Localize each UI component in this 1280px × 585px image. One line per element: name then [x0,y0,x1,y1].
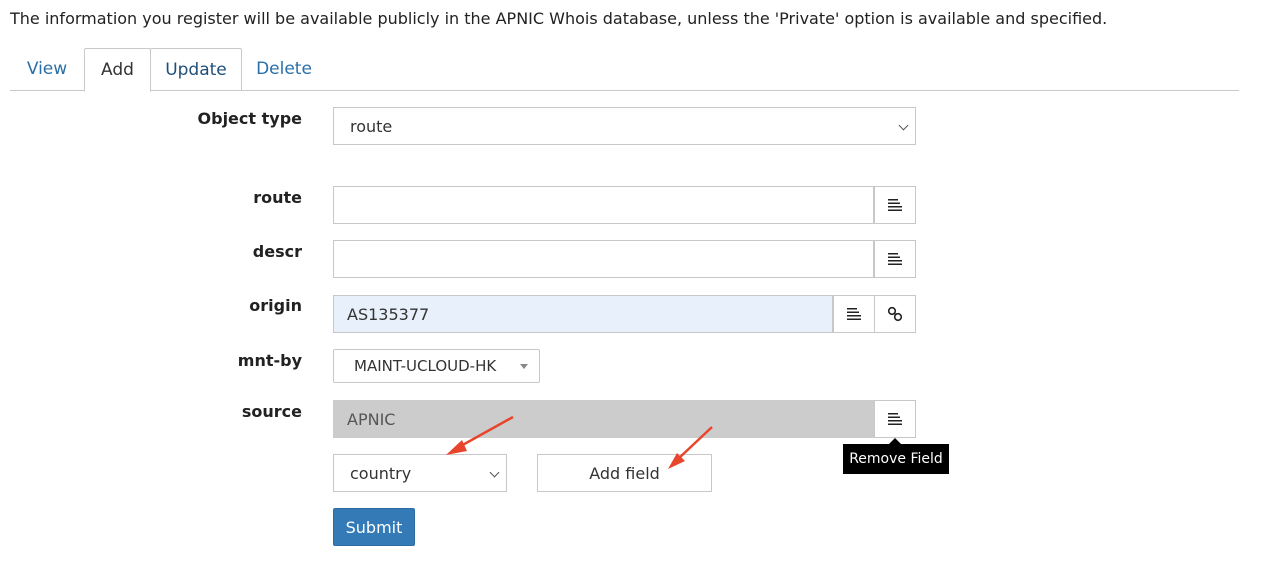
tab-delete[interactable]: Delete [242,48,326,91]
object-type-value: route [350,116,393,136]
public-notice: The information you register will be ava… [10,9,1108,28]
lines-icon [847,308,861,320]
source-value: APNIC [347,409,396,429]
tab-bar: View Add Update Delete [10,48,1239,92]
object-type-label: Object type [197,109,302,128]
tab-update[interactable]: Update [150,48,242,91]
link-icon [887,306,903,322]
descr-label: descr [252,242,302,261]
descr-input[interactable] [350,241,873,277]
origin-link-button[interactable] [874,295,916,333]
mnt-by-label: mnt-by [237,351,302,370]
origin-options-button[interactable] [833,295,875,333]
add-field-select[interactable]: country [333,454,507,492]
lines-icon [888,199,902,211]
origin-label: origin [249,296,302,315]
source-label: source [241,402,302,421]
add-field-select-value: country [350,463,412,483]
route-field[interactable] [333,186,874,224]
caret-down-icon [520,364,528,369]
route-options-button[interactable] [874,186,916,224]
lines-icon [888,413,902,425]
lines-icon [888,253,902,265]
route-label: route [253,188,302,207]
tab-add[interactable]: Add [84,48,151,92]
chevron-down-icon [489,467,500,478]
chevron-down-icon [898,120,909,131]
descr-options-button[interactable] [874,240,916,278]
source-remove-button[interactable] [874,400,916,438]
mnt-by-dropdown[interactable]: MAINT-UCLOUD-HK [333,349,540,383]
tab-view[interactable]: View [10,48,84,91]
mnt-by-value: MAINT-UCLOUD-HK [354,357,497,375]
submit-button[interactable]: Submit [333,508,415,546]
route-input[interactable] [350,187,873,223]
origin-field[interactable]: AS135377 [333,295,833,333]
source-field: APNIC [333,400,874,438]
object-type-select[interactable]: route [333,107,916,145]
add-field-button[interactable]: Add field [537,454,712,492]
descr-field[interactable] [333,240,874,278]
origin-value: AS135377 [347,304,430,324]
remove-field-tooltip: Remove Field [843,444,949,474]
